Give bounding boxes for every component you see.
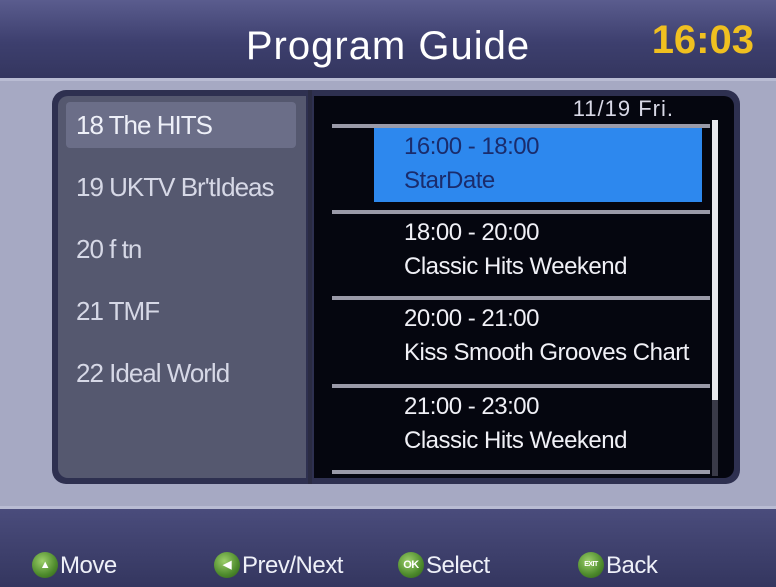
- channel-item-21[interactable]: 21 TMF: [66, 288, 296, 334]
- program-item-1[interactable]: 16:00 - 18:00 StarDate: [374, 128, 702, 202]
- row-separator: [332, 384, 710, 388]
- channel-item-20[interactable]: 20 f tn: [66, 226, 296, 272]
- back-hint[interactable]: EXIT Back: [578, 549, 658, 583]
- guide-panel: 18 The HITS 19 UKTV Br'tIdeas 20 f tn 21…: [52, 90, 740, 484]
- program-name: Kiss Smooth Grooves Chart: [404, 339, 689, 366]
- program-item-3[interactable]: 20:00 - 21:00 Kiss Smooth Grooves Chart: [374, 302, 700, 376]
- program-time: 18:00 - 20:00: [404, 219, 539, 246]
- program-item-4[interactable]: 21:00 - 23:00 Classic Hits Weekend: [374, 390, 700, 464]
- program-time: 21:00 - 23:00: [404, 393, 539, 420]
- dpad-left-right-icon: ◀: [214, 551, 240, 578]
- clock-display: 16:03: [651, 18, 754, 62]
- channel-label: 19 UKTV Br'tIdeas: [76, 172, 274, 202]
- prev-next-label: Prev/Next: [242, 552, 343, 579]
- channel-label: 20 f tn: [76, 234, 142, 264]
- move-label: Move: [60, 552, 117, 579]
- schedule-date: 11/19 Fri.: [572, 96, 674, 121]
- channel-label: 18 The HITS: [76, 110, 213, 140]
- program-name: Classic Hits Weekend: [404, 427, 627, 454]
- schedule-scrollbar[interactable]: [712, 120, 718, 476]
- channel-label: 21 TMF: [76, 296, 160, 326]
- exit-button-icon: EXIT: [578, 551, 604, 578]
- select-hint[interactable]: OK Select: [398, 549, 490, 583]
- row-separator: [332, 210, 710, 214]
- program-time: 16:00 - 18:00: [404, 133, 539, 160]
- program-time: 20:00 - 21:00: [404, 305, 539, 332]
- channel-list: 18 The HITS 19 UKTV Br'tIdeas 20 f tn 21…: [58, 96, 306, 478]
- dpad-up-down-icon: ▲: [32, 551, 58, 578]
- back-label: Back: [606, 552, 658, 579]
- prev-next-hint[interactable]: ◀ Prev/Next: [214, 549, 343, 583]
- move-hint[interactable]: ▲ Move: [32, 549, 117, 583]
- ok-button-icon: OK: [398, 551, 424, 578]
- row-separator: [332, 296, 710, 300]
- header-bar: Program Guide 16:03: [0, 0, 776, 81]
- scrollbar-thumb[interactable]: [712, 120, 718, 400]
- row-separator: [332, 470, 710, 474]
- program-name: StarDate: [404, 167, 495, 194]
- channel-label: 22 Ideal World: [76, 358, 230, 388]
- channel-item-19[interactable]: 19 UKTV Br'tIdeas: [66, 164, 296, 210]
- program-item-2[interactable]: 18:00 - 20:00 Classic Hits Weekend: [374, 216, 700, 290]
- program-name: Classic Hits Weekend: [404, 253, 627, 280]
- channel-item-18[interactable]: 18 The HITS: [66, 102, 296, 148]
- channel-item-22[interactable]: 22 Ideal World: [66, 350, 296, 396]
- schedule-list: 11/19 Fri. 16:00 - 18:00 StarDate 18:00 …: [314, 96, 734, 478]
- select-label: Select: [426, 552, 490, 579]
- panel-divider: [308, 90, 312, 484]
- footer-hints: ▲ Move ◀ Prev/Next OK Select EXIT Back: [0, 506, 776, 587]
